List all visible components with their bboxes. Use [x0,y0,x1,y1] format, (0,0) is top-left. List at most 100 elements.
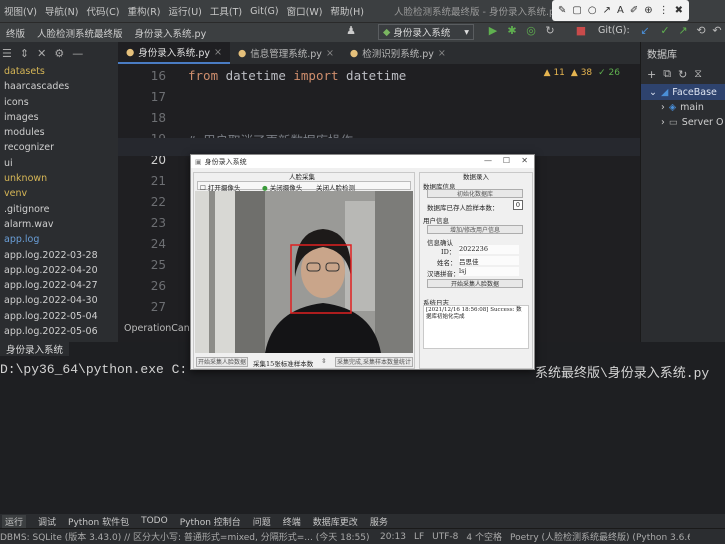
rect-icon[interactable]: ▢ [572,5,581,16]
copy-icon[interactable]: ⧉ [663,67,671,81]
indent-setting[interactable]: 4 个空格 [466,530,502,543]
coverage-icon[interactable]: ◎ [524,24,538,38]
tree-item-log-0328[interactable]: app.log.2022-03-28 [0,248,118,263]
close-tab-icon[interactable]: × [438,48,446,59]
breadcrumb-footer: OperationCanc [124,323,195,334]
inspection-widget[interactable]: ▲ 11 ▲ 38 ✓ 26 [544,68,620,78]
tree-item-log-0504[interactable]: app.log.2022-05-04 [0,309,118,324]
tree-item-venv[interactable]: venv [0,186,118,201]
menu-run[interactable]: 运行(U) [165,4,206,18]
profile-icon[interactable]: ↻ [543,24,557,38]
minimize-icon[interactable]: — [484,156,492,165]
tool-problems[interactable]: 问题 [253,515,271,528]
menu-tools[interactable]: 工具(T) [206,4,246,18]
tool-packages[interactable]: Python 软件包 [68,515,129,528]
circle-icon[interactable]: ○ [588,5,597,16]
menu-help[interactable]: 帮助(H) [326,4,368,18]
run-icon[interactable]: ▶ [486,24,500,38]
minimize-icon[interactable]: — [72,47,83,60]
tree-item-haarcascades[interactable]: haarcascades [0,79,118,94]
close-panel-icon[interactable]: ✕ [37,47,46,60]
tree-item-datasets[interactable]: datasets [0,64,118,79]
db-root[interactable]: ⌄ ◢ FaceBase [641,84,725,100]
run-tab[interactable]: 身份录入系统 [0,342,70,356]
rollback-icon[interactable]: ↶ [710,24,724,38]
caret-position[interactable]: 20:13 [380,532,406,542]
menu-view[interactable]: 视图(V) [0,4,41,18]
close-icon[interactable]: ✕ [521,156,528,165]
tree-item-ui[interactable]: ui [0,156,118,171]
init-db-button[interactable]: 初始化数据库 [427,189,523,198]
interpreter[interactable]: Poetry (人脸检测系统最终版) (Python 3.6.6) [510,530,690,543]
tree-item-gitignore[interactable]: .gitignore [0,202,118,217]
tab-identity-entry[interactable]: ● 身份录入系统.py × [118,42,230,64]
stop-icon[interactable]: ■ [574,24,588,38]
expand-icon[interactable]: ⇕ [20,47,29,60]
close-tab-icon[interactable]: × [326,48,334,59]
tree-item-recognizer[interactable]: recognizer [0,140,118,155]
tree-item-icons[interactable]: icons [0,95,118,110]
tree-item-log-0420[interactable]: app.log.2022-04-20 [0,263,118,278]
gear-icon[interactable]: ⚙ [54,47,64,60]
menu-git[interactable]: Git(G) [246,6,283,17]
tool-todo[interactable]: TODO [141,516,168,526]
tab-detect-recognize[interactable]: ● 检测识别系统.py × [342,42,454,64]
brush-icon[interactable]: ✐ [630,5,638,16]
file-encoding[interactable]: UTF-8 [432,532,458,542]
pen-icon[interactable]: ✎ [558,5,566,16]
start-capture-button[interactable]: 开始采集人脸数据 [427,279,523,288]
tree-item-applog[interactable]: app.log [0,232,118,247]
run-config-select[interactable]: ◆ 身份录入系统 ▾ [378,24,474,40]
app-icon: ▣ [195,157,202,166]
tree-item-modules[interactable]: modules [0,125,118,140]
more-icon[interactable]: ⋮ [659,5,669,16]
tool-services[interactable]: 服务 [370,515,388,528]
user-info-label: 用户信息 [423,217,449,225]
tree-item-log-0430[interactable]: app.log.2022-04-30 [0,293,118,308]
spinner-icon[interactable]: ⇳ [321,357,326,365]
menu-refactor[interactable]: 重构(R) [124,4,165,18]
tree-item-log-0506[interactable]: app.log.2022-05-06 [0,324,118,339]
breadcrumb-root[interactable]: 终版 [0,26,31,40]
pinyin-field[interactable]: lsj [459,267,519,276]
debug-icon[interactable]: ✱ [505,24,519,38]
line-separator[interactable]: LF [414,532,424,542]
text-icon[interactable]: A [617,5,624,16]
tool-console[interactable]: Python 控制台 [180,515,241,528]
tab-info-management[interactable]: ● 信息管理系统.py × [230,42,342,64]
start-sample-button[interactable]: 开始采集人脸数据 [196,357,248,367]
tree-item-images[interactable]: images [0,110,118,125]
add-icon[interactable]: + [647,68,656,81]
tree-item-log-0427[interactable]: app.log.2022-04-27 [0,278,118,293]
db-server-objects[interactable]: › ▭ Server O [641,115,725,130]
refresh-icon[interactable]: ↻ [678,68,687,81]
breadcrumb-file[interactable]: 身份录入系统.py [129,26,213,40]
breadcrumb-project[interactable]: 人脸检测系统最终版 [31,26,129,40]
menu-navigate[interactable]: 导航(N) [41,4,83,18]
user-icon[interactable]: ♟ [344,24,358,38]
maximize-icon[interactable]: ☐ [503,156,510,165]
menu-code[interactable]: 代码(C) [82,4,123,18]
history-icon[interactable]: ⟲ [694,24,708,38]
tree-item-alarm[interactable]: alarm.wav [0,217,118,232]
git-commit-icon[interactable]: ✓ [658,24,672,38]
collapse-icon[interactable]: ☰ [2,47,12,60]
filter-icon[interactable]: ⧖ [694,67,702,81]
tool-terminal[interactable]: 终端 [283,515,301,528]
git-update-icon[interactable]: ↙ [638,24,652,38]
arrow-icon[interactable]: ↗ [603,5,611,16]
tool-run[interactable]: 运行 [2,514,27,528]
add-user-button[interactable]: 增加/修改用户信息 [427,225,523,234]
delete-icon[interactable]: ✖ [675,5,683,16]
tool-debug[interactable]: 调试 [38,515,56,528]
menu-window[interactable]: 窗口(W) [283,4,327,18]
pin-icon[interactable]: ⊕ [644,5,652,16]
name-field[interactable]: 吕思佳 [459,256,519,266]
tool-db-changes[interactable]: 数据库更改 [313,515,358,528]
git-push-icon[interactable]: ↗ [676,24,690,38]
tree-item-unknown[interactable]: unknown [0,171,118,186]
close-tab-icon[interactable]: × [214,47,222,58]
id-field[interactable]: 2022236 [459,245,519,254]
stop-sample-button[interactable]: 采集完成,采集样本数量统计 [335,357,413,367]
db-schema-main[interactable]: › ◈ main [641,100,725,115]
